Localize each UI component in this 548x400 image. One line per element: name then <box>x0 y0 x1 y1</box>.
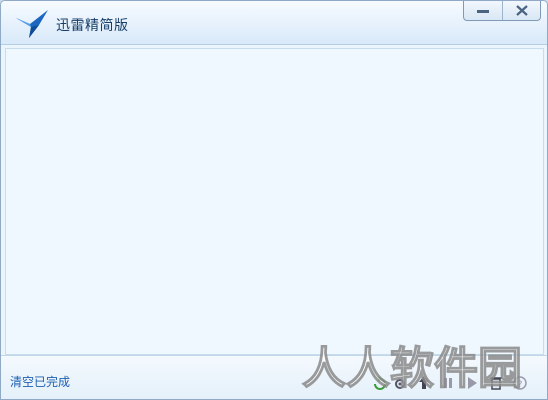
window-controls <box>463 1 541 21</box>
svg-text:?: ? <box>518 380 523 390</box>
help-icon[interactable]: ? <box>511 370 529 394</box>
toolbar-icons: ? <box>371 370 539 394</box>
status-bar: 清空已完成 ? <box>1 355 547 399</box>
minimize-button[interactable] <box>464 1 502 20</box>
pause-icon[interactable] <box>439 370 457 394</box>
delete-icon[interactable] <box>487 370 505 394</box>
start-icon[interactable] <box>463 370 481 394</box>
settings-icon[interactable] <box>391 370 409 394</box>
window-title: 迅雷精简版 <box>56 18 129 34</box>
title-bar[interactable]: 迅雷精简版 <box>1 1 547 45</box>
up-arrow-icon[interactable] <box>415 370 433 394</box>
download-list-area[interactable] <box>5 48 544 355</box>
app-window: 迅雷精简版 清空已完成 ? <box>0 0 548 400</box>
minimize-icon <box>477 10 489 13</box>
close-button[interactable] <box>502 1 540 20</box>
bird-logo-icon <box>16 10 48 38</box>
close-icon <box>516 5 528 16</box>
refresh-icon[interactable] <box>371 370 389 394</box>
clear-completed-link[interactable]: 清空已完成 <box>10 375 70 389</box>
